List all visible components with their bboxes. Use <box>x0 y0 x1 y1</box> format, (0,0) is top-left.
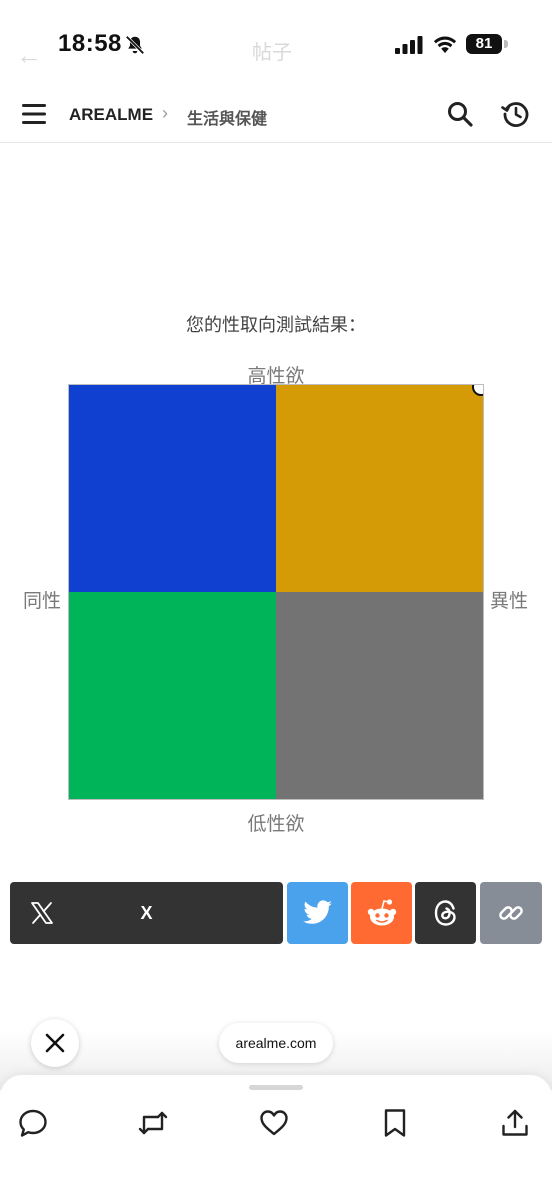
close-button[interactable] <box>31 1019 79 1067</box>
quadrant-bottom-left <box>69 592 276 799</box>
share-threads-button[interactable] <box>415 882 476 944</box>
hamburger-menu-icon[interactable] <box>22 103 48 125</box>
faded-header-title: 帖子 <box>252 42 292 64</box>
heart-icon[interactable] <box>258 1107 290 1139</box>
axis-label-bottom: 低性欲 <box>247 814 305 835</box>
close-icon <box>45 1033 65 1053</box>
search-icon[interactable] <box>446 100 474 128</box>
battery-tip <box>504 40 508 48</box>
link-icon <box>499 906 523 920</box>
quadrant-bottom-right <box>276 592 483 799</box>
brand-link[interactable]: AREALME <box>69 105 153 125</box>
copy-link-button[interactable] <box>480 882 542 944</box>
domain-pill[interactable]: arealme.com <box>219 1023 333 1063</box>
cellular-signal-icon <box>395 36 423 54</box>
post-action-toolbar <box>0 1075 552 1200</box>
breadcrumb-current[interactable]: 生活與保健 <box>187 105 267 129</box>
history-icon[interactable] <box>500 98 532 130</box>
retweet-icon[interactable] <box>137 1107 169 1139</box>
share-upload-icon[interactable] <box>499 1107 531 1139</box>
reddit-alien-icon <box>367 899 396 926</box>
wifi-icon <box>433 36 457 53</box>
breadcrumb-separator: › <box>162 103 168 123</box>
sheet-grabber[interactable] <box>249 1085 303 1090</box>
x-logo-icon <box>31 902 53 924</box>
share-x-button[interactable]: X <box>10 882 283 944</box>
battery-indicator: 81 <box>466 34 510 56</box>
axis-label-left: 同性 <box>23 591 62 612</box>
quadrant-top-right <box>276 385 483 592</box>
status-time: 18:58 <box>58 30 122 57</box>
result-title: 您的性取向測試結果： <box>186 315 366 335</box>
share-bar: X <box>10 882 542 944</box>
bell-muted-icon <box>125 35 145 55</box>
twitter-bird-icon <box>302 900 332 924</box>
site-nav-bar: AREALME › 生活與保健 <box>0 88 552 143</box>
share-twitter-button[interactable] <box>287 882 348 944</box>
axis-label-right: 異性 <box>490 591 529 612</box>
battery-level: 81 <box>466 34 502 54</box>
result-quadrant-grid <box>68 384 484 800</box>
status-bar: ← 帖子 18:58 81 <box>0 0 552 88</box>
bookmark-icon[interactable] <box>379 1107 411 1139</box>
share-x-label: X <box>140 902 153 923</box>
threads-logo-icon <box>434 900 456 926</box>
faded-back-arrow-icon: ← <box>16 40 42 70</box>
share-reddit-button[interactable] <box>351 882 412 944</box>
quadrant-top-left <box>69 385 276 592</box>
reply-icon[interactable] <box>17 1107 49 1139</box>
